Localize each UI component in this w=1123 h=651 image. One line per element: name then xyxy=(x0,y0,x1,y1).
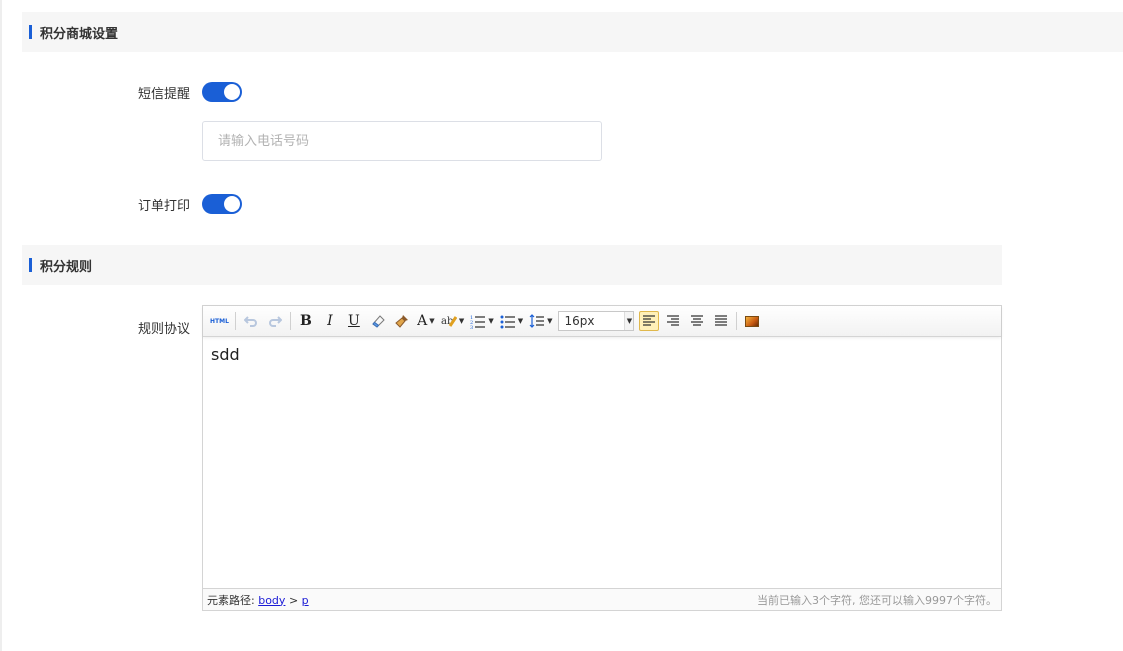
editor-content-area[interactable]: sdd xyxy=(203,337,1001,588)
format-brush-icon xyxy=(395,315,408,328)
toolbar-separator xyxy=(234,312,236,330)
line-height-button[interactable]: ▼ xyxy=(528,311,553,331)
phone-number-input[interactable] xyxy=(202,121,602,161)
ordered-list-icon: 123 xyxy=(470,315,486,329)
path-body-link[interactable]: body xyxy=(258,594,285,607)
highlight-button[interactable]: ab ▼ xyxy=(440,311,465,331)
font-color-icon: A xyxy=(417,313,428,329)
svg-text:3: 3 xyxy=(470,325,473,329)
order-print-toggle[interactable] xyxy=(202,194,242,214)
align-center-button[interactable] xyxy=(687,311,707,331)
insert-image-button[interactable] xyxy=(742,311,762,331)
rules-agreement-label: 规则协议 xyxy=(137,322,190,337)
line-height-icon xyxy=(529,314,545,328)
format-brush-button[interactable] xyxy=(392,311,412,331)
align-right-button[interactable] xyxy=(663,311,683,331)
redo-button[interactable] xyxy=(265,311,285,331)
ordered-list-button[interactable]: 123 ▼ xyxy=(469,311,494,331)
char-count: 当前已输入3个字符, 您还可以输入9997个字符。 xyxy=(757,593,997,607)
section-title: 积分规则 xyxy=(40,259,93,275)
align-left-icon xyxy=(643,315,656,326)
sms-reminder-label: 短信提醒 xyxy=(137,87,190,102)
toolbar-separator xyxy=(289,312,291,330)
caret-down-icon: ▼ xyxy=(624,312,634,330)
undo-button[interactable] xyxy=(241,311,261,331)
toggle-knob xyxy=(224,196,240,212)
italic-button[interactable]: I xyxy=(320,311,340,331)
align-left-button[interactable] xyxy=(639,311,660,331)
editor-statusbar: 元素路径: body > p 当前已输入3个字符, 您还可以输入9997个字符。 xyxy=(203,588,1001,610)
order-print-label: 订单打印 xyxy=(137,199,190,214)
caret-down-icon: ▼ xyxy=(488,317,494,325)
undo-icon xyxy=(243,316,257,327)
element-path-prefix: 元素路径: xyxy=(207,593,255,607)
section-accent-bar xyxy=(29,25,32,39)
section-header-points-rules: 积分规则 xyxy=(22,245,1002,285)
element-path: 元素路径: body > p xyxy=(207,592,309,608)
highlight-icon: ab xyxy=(441,316,457,327)
page-left-border xyxy=(0,0,2,651)
editor-toolbar: HTML B I U A ▼ ab ▼ 123 ▼ ▼ ▼ 16px ▼ xyxy=(203,306,1001,337)
rich-text-editor: HTML B I U A ▼ ab ▼ 123 ▼ ▼ ▼ 16px ▼ sdd… xyxy=(202,305,1002,611)
path-separator: > xyxy=(288,593,299,607)
toolbar-separator xyxy=(736,312,738,330)
underline-button[interactable]: U xyxy=(344,311,364,331)
image-icon xyxy=(745,315,760,327)
align-justify-icon xyxy=(715,315,728,326)
caret-down-icon: ▼ xyxy=(517,317,524,325)
section-title: 积分商城设置 xyxy=(40,26,119,42)
redo-icon xyxy=(268,316,282,327)
align-center-icon xyxy=(691,315,704,326)
eraser-icon xyxy=(372,315,385,328)
caret-down-icon: ▼ xyxy=(429,317,435,325)
editor-paragraph: sdd xyxy=(211,345,240,364)
eraser-button[interactable] xyxy=(368,311,388,331)
section-header-points-mall: 积分商城设置 xyxy=(22,12,1123,52)
align-right-icon xyxy=(667,315,680,326)
unordered-list-icon xyxy=(500,315,515,329)
font-color-button[interactable]: A ▼ xyxy=(416,311,436,331)
caret-down-icon: ▼ xyxy=(547,317,553,325)
html-icon: HTML xyxy=(210,317,229,325)
align-justify-button[interactable] xyxy=(711,311,731,331)
path-p-link[interactable]: p xyxy=(302,594,309,607)
toggle-knob xyxy=(224,84,240,100)
caret-down-icon: ▼ xyxy=(458,317,465,325)
section-accent-bar xyxy=(29,258,32,272)
unordered-list-button[interactable]: ▼ xyxy=(499,311,524,331)
bold-button[interactable]: B xyxy=(296,311,316,331)
sms-reminder-toggle[interactable] xyxy=(202,82,242,102)
font-size-value: 16px xyxy=(564,314,595,328)
source-html-button[interactable]: HTML xyxy=(209,311,230,331)
font-size-select[interactable]: 16px ▼ xyxy=(558,311,635,331)
